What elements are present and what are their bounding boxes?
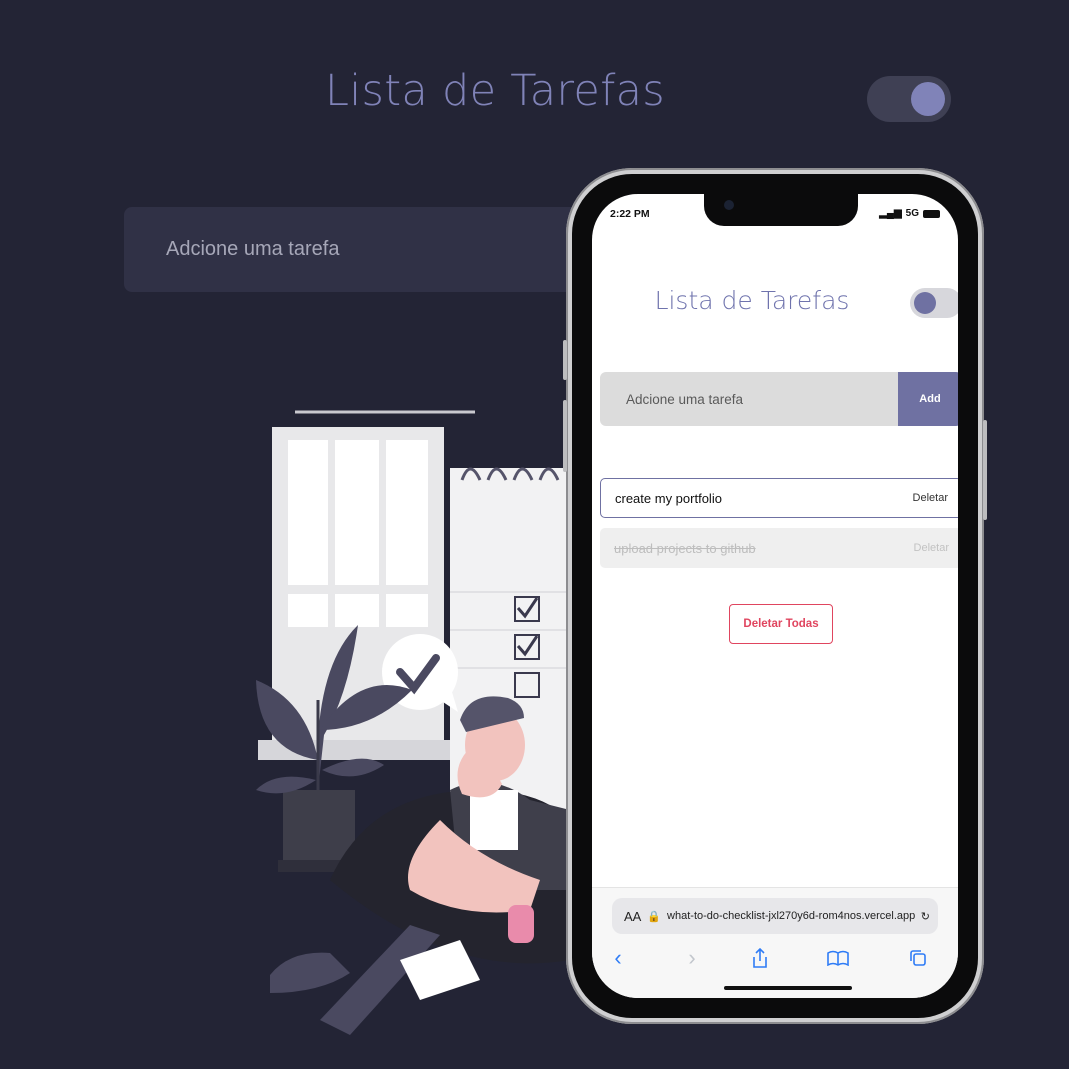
status-time: 2:22 PM <box>610 208 650 220</box>
reload-icon[interactable]: ↻ <box>921 910 930 923</box>
toggle-knob <box>914 292 936 314</box>
lock-icon: 🔒 <box>647 910 662 923</box>
signal-icon: ▂▄▆ <box>879 208 902 219</box>
add-button[interactable]: Add <box>898 372 958 426</box>
battery-icon <box>923 209 940 218</box>
power-button <box>983 420 987 520</box>
notch <box>704 194 858 226</box>
bookmarks-icon[interactable] <box>824 944 852 972</box>
status-icons: ▂▄▆ 5G <box>879 208 940 219</box>
tabs-icon[interactable] <box>904 944 932 972</box>
browser-nav: ‹ › <box>592 944 958 972</box>
delete-task-button[interactable]: Deletar <box>913 492 948 504</box>
forward-icon[interactable]: › <box>678 944 706 972</box>
delete-task-button[interactable]: Deletar <box>914 542 949 554</box>
phone-screen: 2:22 PM ▂▄▆ 5G Lista de Tarefas Adcione … <box>592 194 958 998</box>
phone-mockup: 2:22 PM ▂▄▆ 5G Lista de Tarefas Adcione … <box>563 168 987 1024</box>
home-indicator <box>724 986 852 990</box>
reader-options-button[interactable]: AA <box>624 909 641 924</box>
mobile-task-input[interactable]: Adcione uma tarefa <box>600 372 898 426</box>
browser-toolbar: AA 🔒 what-to-do-checklist-jxl270y6d-rom4… <box>592 887 958 998</box>
task-item-completed[interactable]: upload projects to github Deletar <box>600 528 958 568</box>
address-bar[interactable]: AA 🔒 what-to-do-checklist-jxl270y6d-rom4… <box>612 898 938 934</box>
mute-switch <box>563 340 567 380</box>
volume-up-button <box>563 400 567 472</box>
network-label: 5G <box>905 208 919 219</box>
back-icon[interactable]: ‹ <box>604 944 632 972</box>
url-text: what-to-do-checklist-jxl270y6d-rom4nos.v… <box>667 910 915 922</box>
mobile-theme-toggle[interactable] <box>910 288 958 318</box>
mobile-task-input-placeholder: Adcione uma tarefa <box>626 391 744 407</box>
mobile-page-title: Lista de Tarefas <box>654 286 850 315</box>
camera-icon <box>724 200 734 210</box>
phone-bezel: 2:22 PM ▂▄▆ 5G Lista de Tarefas Adcione … <box>572 174 978 1018</box>
task-item[interactable]: create my portfolio Deletar <box>600 478 958 518</box>
task-text: upload projects to github <box>614 540 756 556</box>
share-icon[interactable] <box>746 944 774 972</box>
task-text: create my portfolio <box>615 490 722 506</box>
delete-all-button[interactable]: Deletar Todas <box>729 604 833 644</box>
